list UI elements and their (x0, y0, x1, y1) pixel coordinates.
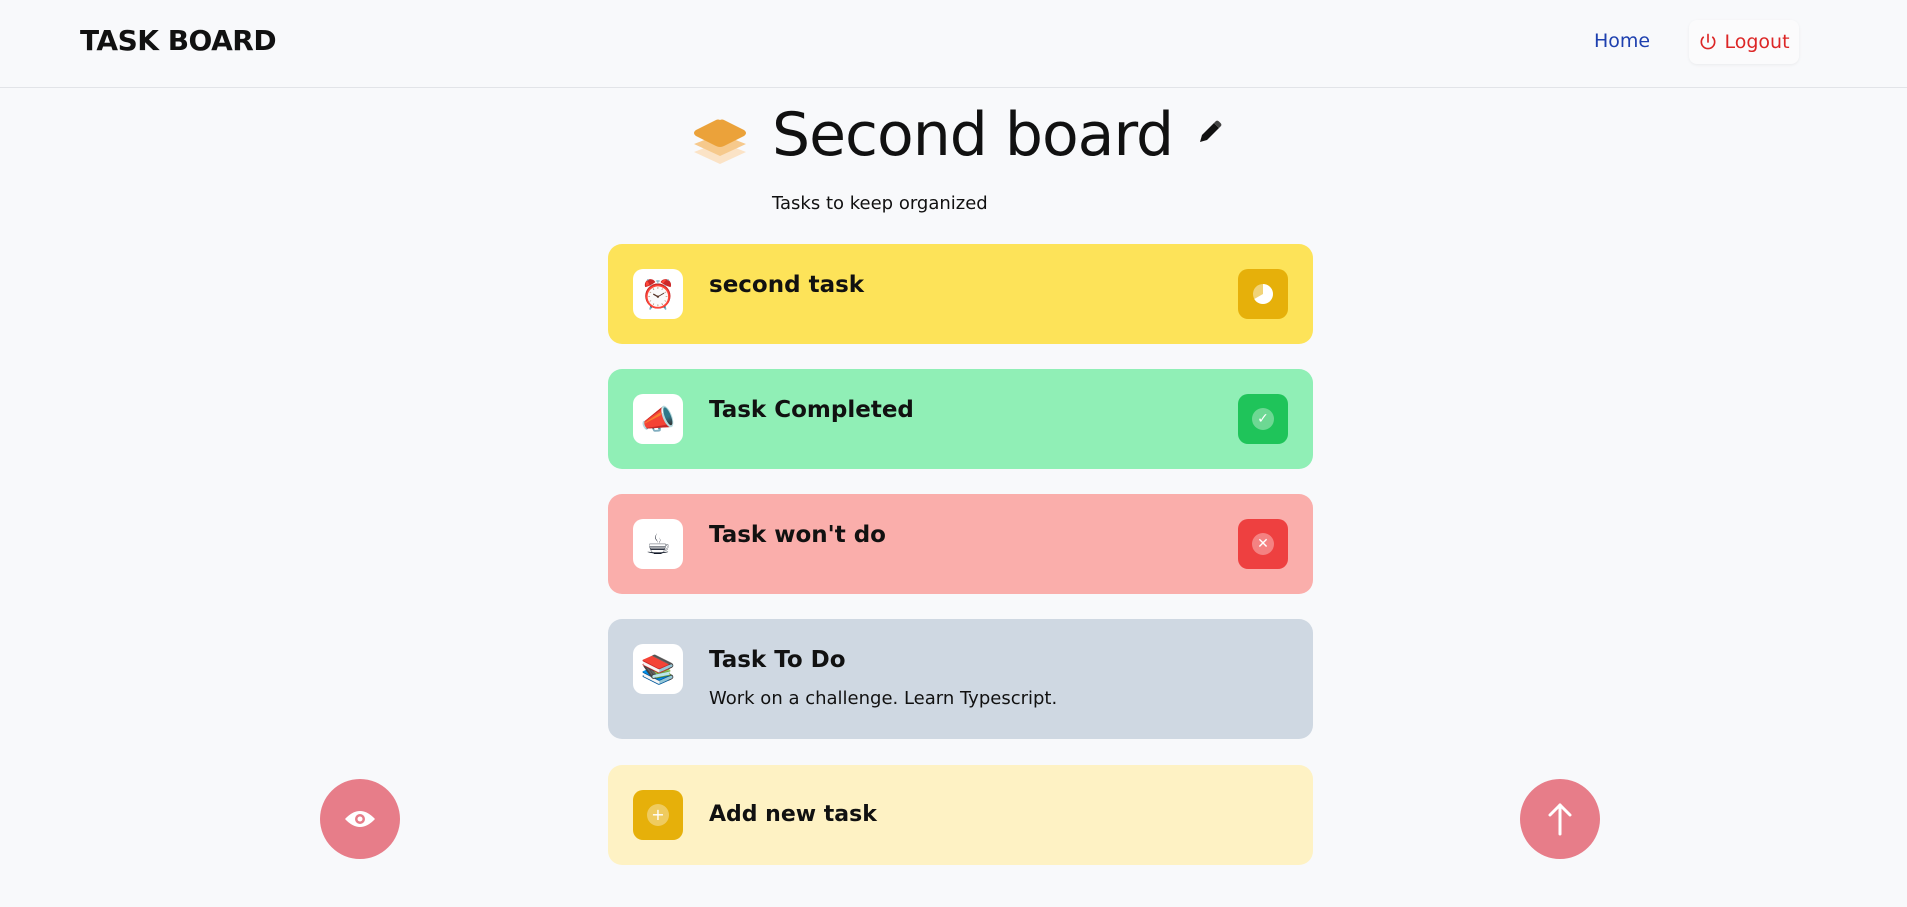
eye-icon (345, 811, 375, 827)
logout-label: Logout (1724, 31, 1790, 53)
task-card-wont-do[interactable]: ☕ Task won't do ✕ (608, 494, 1313, 594)
add-task-button[interactable]: + Add new task (608, 765, 1313, 865)
add-icon-box: + (633, 790, 683, 840)
pencil-icon[interactable] (1196, 118, 1224, 146)
task-card-completed[interactable]: 📣 Task Completed ✓ (608, 369, 1313, 469)
close-icon: ✕ (1252, 533, 1274, 555)
books-icon: 📚 (633, 644, 683, 694)
coffee-cup-icon: ☕ (633, 519, 683, 569)
check-icon: ✓ (1252, 408, 1274, 430)
plus-icon: + (647, 804, 669, 826)
logout-button[interactable]: Logout (1689, 20, 1799, 64)
task-card-todo[interactable]: 📚 Task To Do Work on a challenge. Learn … (608, 619, 1313, 739)
toggle-view-button[interactable] (320, 779, 400, 859)
arrow-up-icon (1548, 803, 1572, 836)
status-badge-in-progress (1238, 269, 1288, 319)
progress-icon (1253, 284, 1273, 304)
task-description: Work on a challenge. Learn Typescript. (709, 688, 1058, 709)
status-badge-completed: ✓ (1238, 394, 1288, 444)
task-title: Task won't do (709, 522, 886, 548)
megaphone-icon: 📣 (633, 394, 683, 444)
task-title: Task Completed (709, 397, 914, 423)
layers-icon (694, 119, 746, 164)
task-title: second task (709, 272, 865, 298)
brand-title: TASK BOARD (80, 24, 277, 57)
board-title: Second board (772, 100, 1174, 170)
scroll-top-button[interactable] (1520, 779, 1600, 859)
add-task-label: Add new task (709, 802, 877, 827)
power-icon (1701, 33, 1716, 50)
top-header: TASK BOARD Home Logout (0, 0, 1907, 88)
nav-home-link[interactable]: Home (1594, 30, 1650, 52)
status-badge-wont-do: ✕ (1238, 519, 1288, 569)
task-title: Task To Do (709, 647, 846, 673)
board-description: Tasks to keep organized (772, 193, 988, 214)
alarm-clock-icon: ⏰ (633, 269, 683, 319)
task-card-in-progress[interactable]: ⏰ second task (608, 244, 1313, 344)
